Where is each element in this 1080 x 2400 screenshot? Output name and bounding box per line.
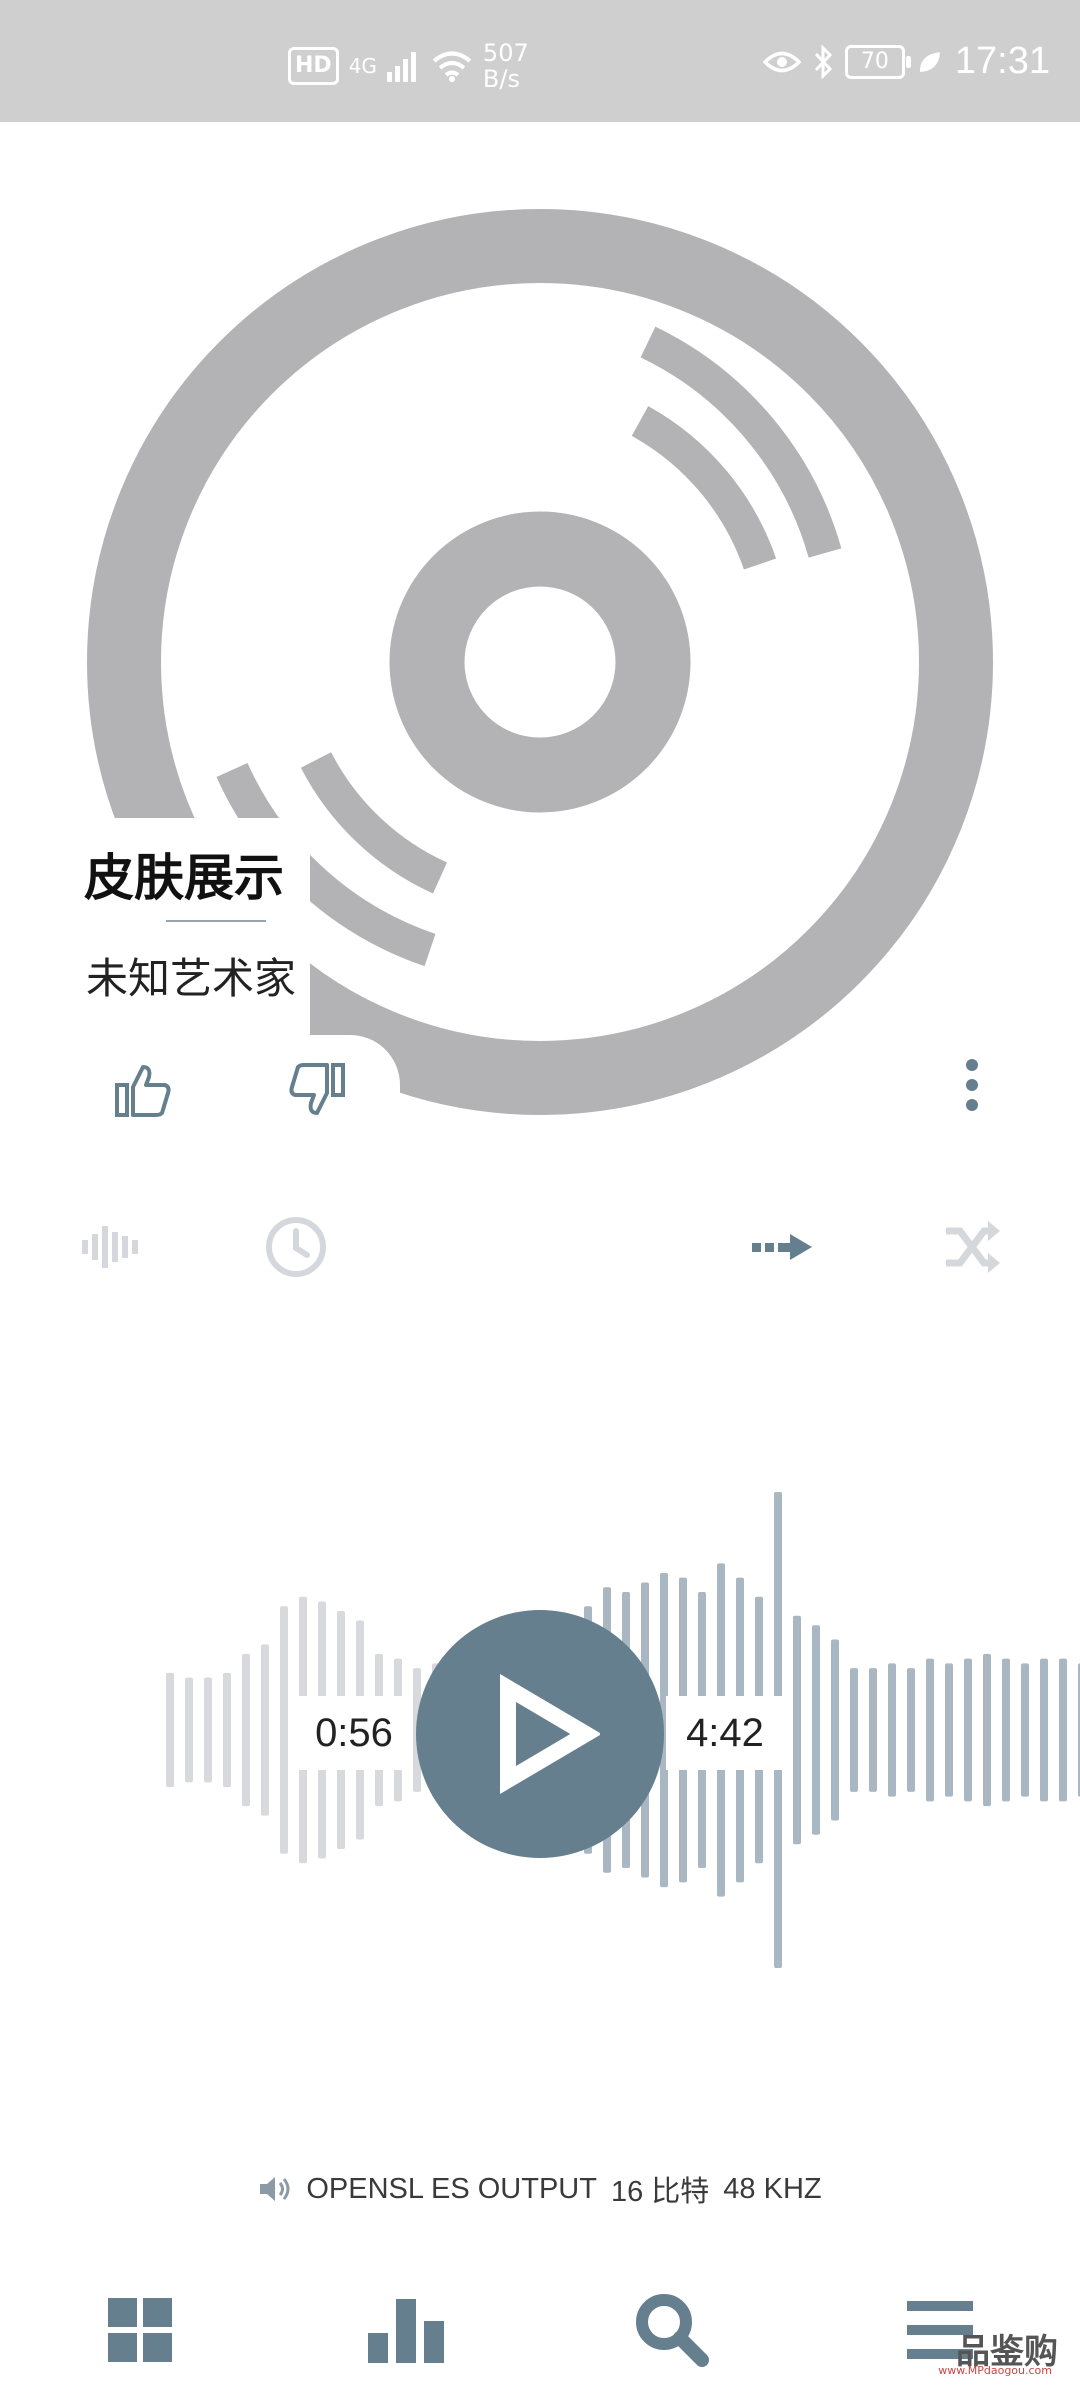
- waveform-bar: [223, 1672, 231, 1788]
- more-options-button[interactable]: [944, 1050, 1000, 1120]
- waveform-bar: [983, 1653, 991, 1807]
- hd-badge: HD: [288, 47, 339, 85]
- output-name: OPENSL ES OUTPUT: [306, 2172, 597, 2205]
- waveform-bar: [166, 1672, 174, 1788]
- play-order-arrow-icon: [752, 1234, 812, 1260]
- nav-stats[interactable]: [364, 2290, 448, 2370]
- artist-name: 未知艺术家: [86, 954, 297, 1003]
- waveform-bar: [850, 1668, 858, 1792]
- waveform-bar: [1021, 1663, 1029, 1797]
- grid-icon: [108, 2298, 172, 2362]
- waveform-bar: [1059, 1658, 1067, 1802]
- waveform-bar: [926, 1658, 934, 1802]
- battery-level: 70: [844, 44, 911, 79]
- audio-output-info: OPENSL ES OUTPUT 16 比特 48 KHZ: [0, 2168, 1080, 2210]
- elapsed-time: 0:56: [298, 1696, 410, 1770]
- wifi-icon: [432, 51, 472, 82]
- equalizer-button[interactable]: [76, 1215, 148, 1279]
- waveform-icon: [82, 1226, 138, 1268]
- dislike-button[interactable]: [282, 1055, 352, 1125]
- waveform-bar: [185, 1677, 193, 1783]
- waveform-bar: [1040, 1658, 1048, 1802]
- net-rate-unit: B/s: [482, 65, 520, 93]
- sample-rate: 48 KHZ: [723, 2172, 822, 2205]
- waveform-bar: [907, 1668, 915, 1792]
- waveform-bar: [888, 1663, 896, 1797]
- leaf-icon: [919, 51, 940, 72]
- status-bar: HD 4G 507 B/s 70 17:31: [0, 0, 1080, 122]
- shuffle-button[interactable]: [936, 1212, 1008, 1282]
- status-left: HD 4G 507 B/s: [288, 40, 529, 92]
- nav-library[interactable]: [100, 2290, 180, 2370]
- clock-icon: [266, 1217, 326, 1277]
- play-button[interactable]: [416, 1610, 664, 1858]
- search-icon: [636, 2294, 709, 2367]
- bottom-nav: [0, 2280, 1080, 2380]
- speaker-icon: [260, 2177, 290, 2201]
- waveform-bar: [280, 1606, 288, 1854]
- network-type: 4G: [348, 54, 377, 78]
- bluetooth-icon: [814, 44, 832, 79]
- bit-depth: 16 比特: [610, 2176, 710, 2208]
- waveform-bar: [793, 1615, 801, 1845]
- waveform-bar: [812, 1625, 820, 1835]
- waveform-bar: [1002, 1658, 1010, 1802]
- thumbs-down-icon: [289, 1063, 345, 1115]
- title-divider: [166, 920, 266, 922]
- waveform-bar: [945, 1663, 953, 1797]
- waveform-bar: [261, 1644, 269, 1816]
- waveform-bar: [204, 1677, 212, 1783]
- total-duration: 4:42: [666, 1696, 784, 1770]
- status-right: 70 17:31: [762, 40, 1050, 83]
- like-button[interactable]: [108, 1055, 178, 1125]
- bar-chart-icon: [368, 2299, 444, 2363]
- waveform-bar: [831, 1639, 839, 1821]
- watermark-url: www.MPdaogou.com: [938, 2364, 1052, 2377]
- sleep-timer-button[interactable]: [260, 1212, 332, 1282]
- play-icon: [500, 1674, 600, 1794]
- clock-time: 17:31: [954, 40, 1050, 82]
- more-vertical-icon: [966, 1059, 978, 1111]
- song-title: 皮肤展示: [84, 849, 284, 907]
- signal-icon: [386, 52, 416, 82]
- thumbs-up-icon: [115, 1065, 171, 1117]
- net-rate: 507 B/s: [483, 40, 529, 92]
- waveform-bar: [242, 1653, 250, 1807]
- waveform-bar: [964, 1658, 972, 1802]
- eye-icon: [762, 51, 801, 72]
- play-order-button[interactable]: [748, 1215, 818, 1279]
- shuffle-icon: [946, 1221, 1000, 1273]
- net-rate-value: 507: [482, 39, 529, 67]
- nav-search[interactable]: [630, 2288, 714, 2372]
- waveform-bar: [869, 1668, 877, 1792]
